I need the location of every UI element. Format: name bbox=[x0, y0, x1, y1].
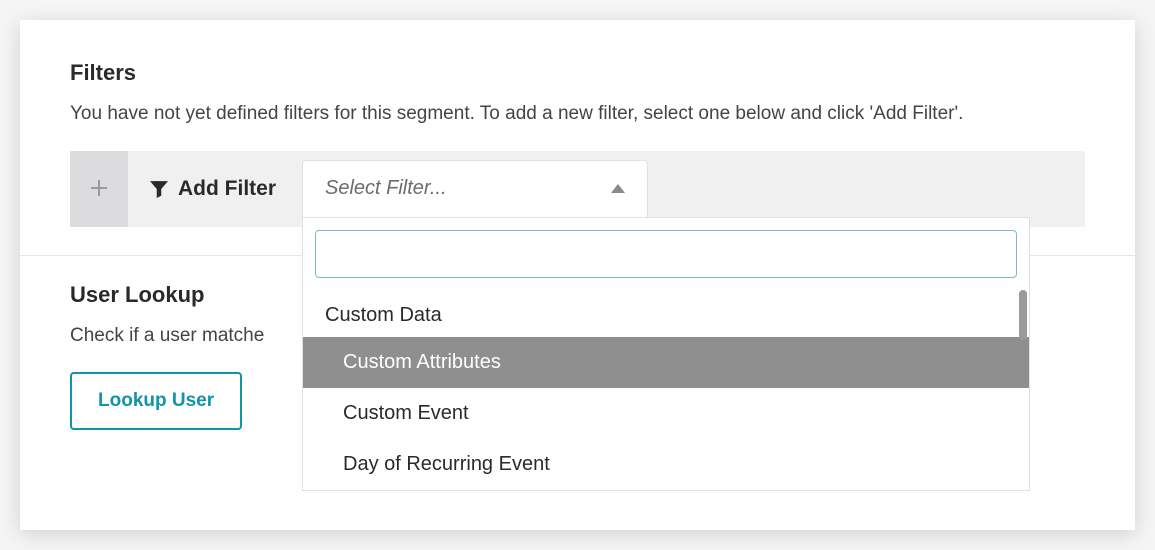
dropdown-item-day-recurring-event[interactable]: Day of Recurring Event bbox=[303, 439, 1029, 490]
dropdown-search-input[interactable] bbox=[315, 230, 1017, 278]
plus-icon bbox=[91, 176, 107, 202]
filters-title: Filters bbox=[70, 60, 1085, 86]
dropdown-scrollbar-thumb[interactable] bbox=[1019, 290, 1027, 340]
filter-select[interactable]: Select Filter... bbox=[302, 160, 648, 218]
filter-select-wrapper: Select Filter... Custom Data Custom Attr… bbox=[302, 160, 648, 218]
dropdown-group-header: Custom Data bbox=[303, 290, 1029, 337]
dropdown-list[interactable]: Custom Data Custom Attributes Custom Eve… bbox=[303, 290, 1029, 490]
filter-select-placeholder: Select Filter... bbox=[325, 177, 447, 200]
dropdown-scrollbar[interactable] bbox=[1019, 290, 1027, 490]
add-filter-text: Add Filter bbox=[178, 177, 276, 201]
filters-section: Filters You have not yet defined filters… bbox=[20, 20, 1135, 255]
dropdown-item-custom-attributes[interactable]: Custom Attributes bbox=[303, 337, 1029, 388]
add-filter-plus-button[interactable] bbox=[70, 151, 128, 227]
lookup-user-button[interactable]: Lookup User bbox=[70, 372, 242, 430]
panel: Filters You have not yet defined filters… bbox=[20, 20, 1135, 530]
caret-up-icon bbox=[611, 184, 625, 193]
dropdown-search-wrapper bbox=[303, 218, 1029, 290]
funnel-icon bbox=[150, 180, 168, 198]
filter-dropdown: Custom Data Custom Attributes Custom Eve… bbox=[302, 217, 1030, 491]
filters-description: You have not yet defined filters for thi… bbox=[70, 100, 1085, 129]
dropdown-item-custom-event[interactable]: Custom Event bbox=[303, 388, 1029, 439]
filter-bar: Add Filter Select Filter... Custom Data … bbox=[70, 151, 1085, 227]
add-filter-label: Add Filter bbox=[128, 177, 298, 201]
